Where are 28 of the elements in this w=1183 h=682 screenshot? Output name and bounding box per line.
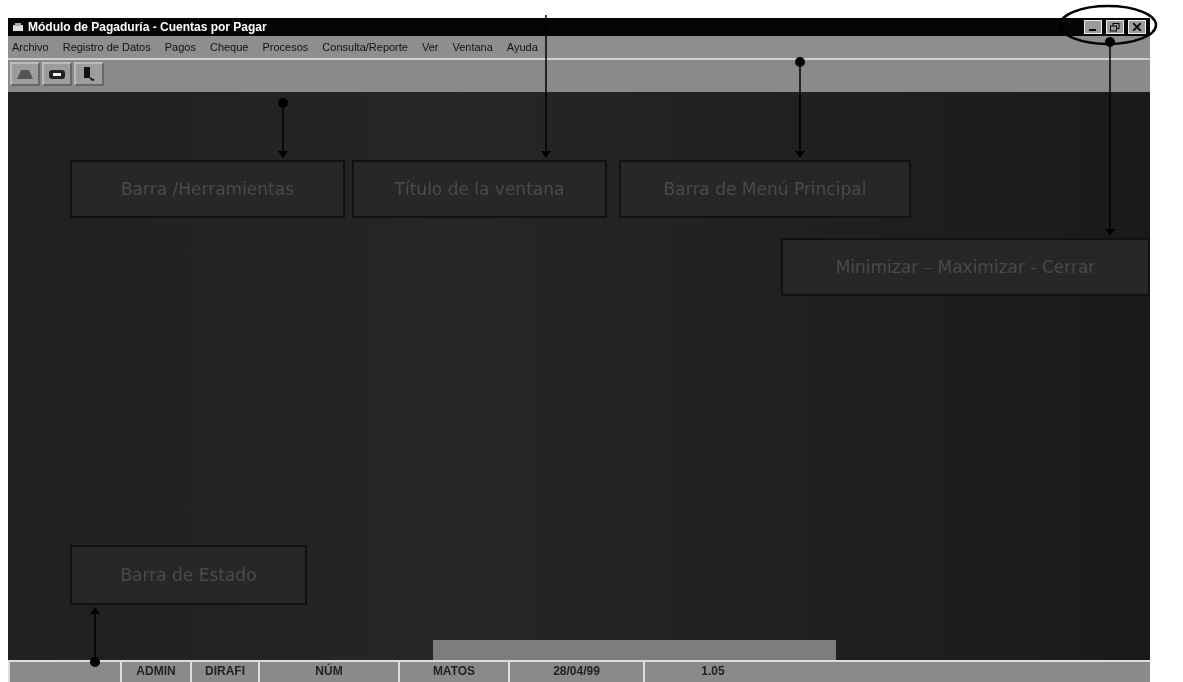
menu-item[interactable]: Registro de Datos bbox=[62, 41, 151, 53]
callout-arrow bbox=[278, 98, 288, 158]
toolbar-button[interactable] bbox=[74, 62, 104, 86]
cassette-icon bbox=[47, 67, 67, 81]
restore-icon bbox=[1110, 22, 1120, 32]
restore-button[interactable] bbox=[1106, 20, 1124, 34]
menu-item[interactable]: Ayuda bbox=[506, 41, 538, 53]
callout-arrow bbox=[90, 607, 100, 667]
status-text: 28/04/99 bbox=[553, 664, 600, 678]
status-text: NÚM bbox=[315, 664, 343, 678]
menu-item[interactable]: Ver bbox=[421, 41, 439, 53]
status-text: MATOS bbox=[432, 664, 476, 678]
menu-item[interactable]: Archivo bbox=[12, 41, 49, 53]
menu-item[interactable]: Procesos bbox=[262, 41, 309, 53]
status-text: ADMIN bbox=[136, 664, 176, 678]
menu-item[interactable]: Ventana bbox=[452, 41, 493, 53]
close-button[interactable] bbox=[1128, 20, 1146, 34]
toolbar-button[interactable] bbox=[42, 62, 72, 86]
status-text: 1.05 bbox=[701, 664, 725, 678]
menu-item[interactable]: Cheque bbox=[209, 41, 249, 53]
minimize-button[interactable] bbox=[1084, 20, 1102, 34]
menu-item[interactable]: Consulta/Reporte bbox=[322, 41, 408, 53]
window-title: Módulo de Pagaduría - Cuentas por Pagar bbox=[28, 20, 267, 34]
app-icon bbox=[12, 22, 24, 32]
tray-icon bbox=[15, 67, 35, 81]
status-text: DIRAFI bbox=[205, 664, 245, 678]
menu-item[interactable]: Pagos bbox=[164, 41, 196, 53]
close-icon bbox=[1133, 23, 1141, 31]
